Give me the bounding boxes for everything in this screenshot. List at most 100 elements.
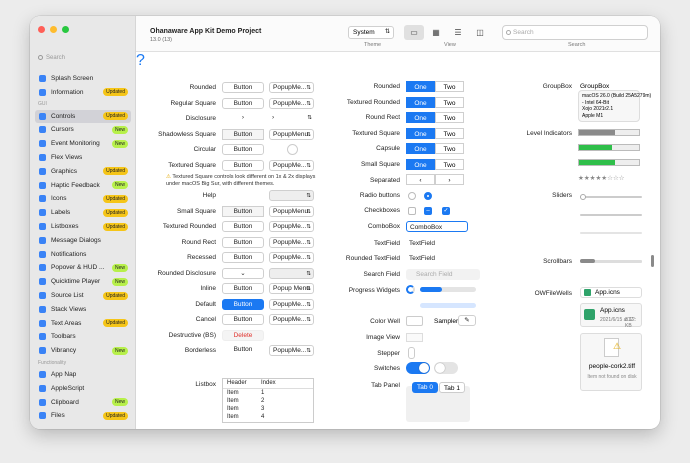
sidebar-item[interactable]: Quicktime Player New: [35, 275, 131, 288]
control-popup-menu[interactable]: PopupMe...: [269, 345, 314, 356]
view-grid-icon[interactable]: ▦: [426, 25, 446, 40]
tab-1[interactable]: Tab 1: [439, 382, 465, 393]
zoom-window-button[interactable]: [62, 26, 69, 33]
segmented-control[interactable]: One Two: [406, 143, 464, 154]
sidebar-item[interactable]: Toolbars: [35, 330, 131, 343]
listbox-cell[interactable]: Item: [227, 390, 239, 396]
control-popup-menu[interactable]: PopupMe...: [269, 298, 314, 310]
sidebar-item[interactable]: Listboxes Updated: [35, 220, 131, 233]
segment-two[interactable]: Two: [435, 127, 464, 139]
view-segmented-control[interactable]: ▭ ▦ ☰ ◫: [404, 25, 490, 40]
checkbox-unchecked[interactable]: [408, 207, 416, 215]
sidebar-item[interactable]: Message Dialogs: [35, 234, 131, 247]
checkbox-mixed[interactable]: –: [424, 207, 432, 215]
sidebar-item[interactable]: Text Areas Updated: [35, 317, 131, 330]
color-well[interactable]: [406, 316, 423, 326]
segment-two[interactable]: Two: [435, 81, 464, 92]
control-button[interactable]: Button: [222, 298, 264, 310]
control-popup-menu[interactable]: PopupMe...: [269, 160, 314, 171]
listbox-cell[interactable]: Item: [227, 398, 239, 404]
toolbar-search-input[interactable]: Search: [502, 25, 648, 40]
checkbox-checked[interactable]: ✓: [442, 207, 450, 215]
control-popup-menu[interactable]: [269, 190, 314, 201]
sidebar-item[interactable]: Vibrancy New: [35, 344, 131, 357]
sidebar-item[interactable]: Haptic Feedback New: [35, 179, 131, 192]
sidebar-item[interactable]: Event Monitoring New: [35, 137, 131, 150]
sidebar-item[interactable]: Graphics Updated: [35, 165, 131, 178]
listbox[interactable]: Header Index Item 1 Item 2 Item 3 Item 4: [222, 378, 314, 423]
control-button[interactable]: Button: [222, 205, 264, 217]
control-button[interactable]: Button: [222, 128, 264, 140]
sidebar-item[interactable]: AppleScript: [35, 382, 131, 395]
listbox-cell[interactable]: Item: [227, 406, 239, 412]
segment-one[interactable]: One: [406, 81, 435, 92]
control-button[interactable]: Button: [222, 283, 264, 294]
stepper[interactable]: [408, 347, 415, 359]
listbox-cell[interactable]: 3: [261, 406, 264, 412]
sidebar-item[interactable]: Clipboard New: [35, 396, 131, 409]
sidebar-item[interactable]: Files Updated: [35, 409, 131, 422]
segmented-control[interactable]: One Two: [406, 127, 464, 139]
control-button[interactable]: ?: [136, 52, 147, 70]
control-popup-menu[interactable]: PopupMe...: [269, 236, 314, 248]
segment-two[interactable]: Two: [435, 96, 464, 108]
slider-track[interactable]: [580, 196, 642, 198]
listbox-cell[interactable]: 4: [261, 414, 264, 420]
slider-track-circular[interactable]: [580, 232, 642, 234]
segment-two[interactable]: Two: [435, 143, 464, 154]
control-button[interactable]: Button: [222, 160, 264, 171]
control-button[interactable]: Button: [222, 252, 264, 263]
file-well-small[interactable]: App.icns: [580, 287, 642, 298]
sidebar-item[interactable]: Popover & HUD ... New: [35, 261, 131, 274]
control-popup-menu[interactable]: PopupMe...: [269, 221, 314, 232]
tab-0[interactable]: Tab 0: [412, 382, 438, 393]
sidebar-item[interactable]: Labels Updated: [35, 206, 131, 219]
sidebar-item[interactable]: Notifications: [35, 248, 131, 261]
segmented-control[interactable]: One Two: [406, 158, 464, 170]
segment-one[interactable]: One: [406, 96, 435, 108]
listbox-header-0[interactable]: Header: [227, 380, 247, 386]
segmented-control[interactable]: One Two: [406, 81, 464, 92]
sidebar-item[interactable]: Flex Views: [35, 151, 131, 164]
control-popup-menu[interactable]: [269, 267, 314, 279]
control-button[interactable]: Button: [222, 314, 264, 325]
sidebar-item[interactable]: Splash Screen: [35, 72, 131, 85]
combobox[interactable]: ComboBox: [406, 221, 468, 232]
control-popup-menu[interactable]: PopupMe...: [269, 252, 314, 263]
theme-popup[interactable]: System: [348, 26, 394, 39]
rating-indicator[interactable]: ★★★★★☆☆☆: [578, 174, 625, 182]
control-button[interactable]: ⌄: [222, 267, 264, 279]
control-popup-menu[interactable]: PopupMe...: [269, 97, 314, 109]
sidebar-item[interactable]: Controls Updated: [35, 109, 131, 123]
control-popup-menu[interactable]: PopupMe...: [269, 314, 314, 325]
control-button[interactable]: ›: [222, 113, 264, 124]
control-button[interactable]: Button: [222, 144, 264, 156]
listbox-cell[interactable]: 2: [261, 398, 264, 404]
scrollbar-thumb[interactable]: [580, 259, 595, 263]
separated-segmented-control[interactable]: ‹ ›: [406, 174, 464, 185]
search-field[interactable]: Search Field: [406, 269, 480, 280]
close-window-button[interactable]: [38, 26, 45, 33]
sidebar-item[interactable]: Information Updated: [35, 86, 131, 99]
segmented-control[interactable]: One Two: [406, 112, 464, 123]
segmented-control[interactable]: One Two: [406, 96, 464, 108]
listbox-header-1[interactable]: Index: [261, 380, 276, 386]
view-columns-icon[interactable]: ▭: [404, 25, 424, 40]
segment-next[interactable]: ›: [435, 174, 464, 185]
control-popup-menu[interactable]: PopupMe...: [269, 82, 314, 93]
file-well-medium[interactable]: App.icns 2021/6/15 at 12: 317 KB: [580, 303, 642, 329]
switch-off[interactable]: [434, 362, 458, 374]
control-popup-menu[interactable]: PopupMenu: [269, 205, 314, 217]
slider-track-ticks[interactable]: [580, 214, 642, 216]
listbox-cell[interactable]: Item: [227, 414, 239, 420]
segment-previous[interactable]: ‹: [406, 174, 435, 185]
text-field[interactable]: TextField: [406, 238, 468, 249]
radio-button-on[interactable]: [424, 192, 432, 200]
control-button[interactable]: Button: [222, 82, 264, 93]
segment-one[interactable]: One: [406, 127, 435, 139]
control-button[interactable]: Button: [222, 97, 264, 109]
segment-two[interactable]: Two: [435, 158, 464, 170]
circular-button[interactable]: [287, 144, 298, 156]
view-list-icon[interactable]: ☰: [448, 25, 468, 40]
segment-two[interactable]: Two: [435, 112, 464, 123]
